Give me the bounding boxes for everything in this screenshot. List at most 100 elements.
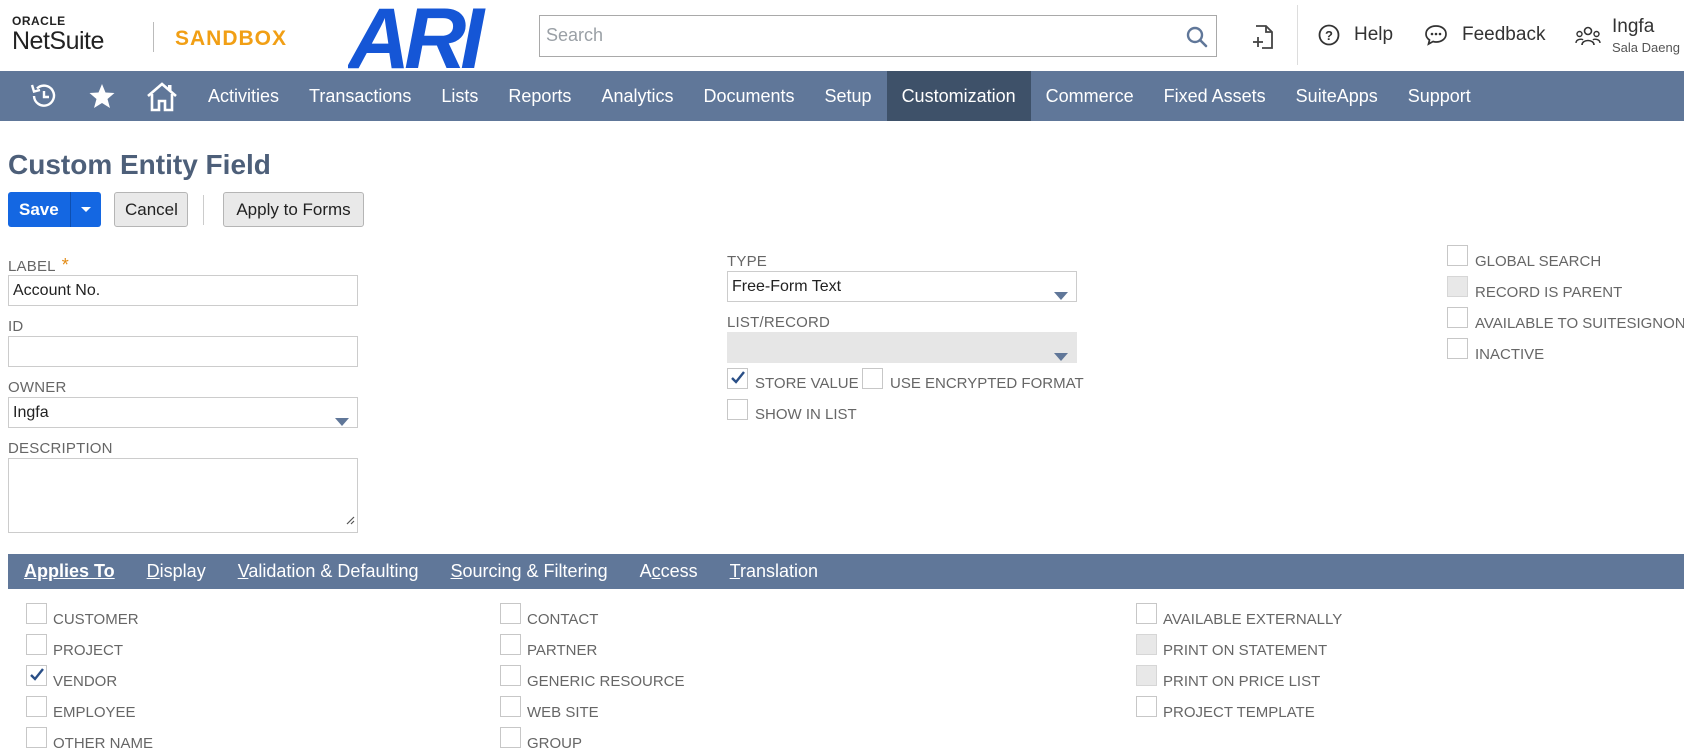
id-field-label: ID (8, 318, 24, 335)
store-value-label: STORE VALUE (755, 375, 859, 392)
group-checkbox[interactable] (500, 727, 521, 748)
home-icon[interactable] (146, 82, 178, 117)
resize-grip-icon[interactable] (345, 512, 355, 530)
print-on-price-list-checkbox[interactable] (1136, 665, 1157, 686)
record-is-parent-checkbox[interactable] (1447, 276, 1468, 297)
nav-item-setup[interactable]: Setup (810, 71, 887, 121)
nav-item-suiteapps[interactable]: SuiteApps (1281, 71, 1393, 121)
subtab-label: Validation & Defaulting (237, 561, 419, 581)
vendor-label: VENDOR (53, 673, 118, 690)
nav-item-analytics[interactable]: Analytics (586, 71, 688, 121)
netsuite-logo[interactable]: ORACLE NetSuite (12, 14, 104, 54)
print-on-statement-label: PRINT ON STATEMENT (1163, 642, 1328, 659)
group-label: GROUP (527, 735, 583, 752)
user-roles-icon[interactable] (1575, 25, 1601, 54)
header-divider (1297, 5, 1298, 65)
user-subsidiary: Sala Daeng (1612, 40, 1680, 55)
chevron-down-icon (80, 206, 91, 212)
cancel-button[interactable]: Cancel (114, 192, 188, 227)
search-input[interactable] (540, 16, 1140, 54)
user-menu[interactable]: Ingfa Sala Daeng (1612, 16, 1680, 58)
owner-value: Ingfa (13, 404, 49, 421)
list-record-select[interactable] (727, 332, 1077, 363)
subtab-sourcing-filtering[interactable]: Sourcing & Filtering (435, 554, 624, 589)
nav-item-commerce[interactable]: Commerce (1031, 71, 1149, 121)
type-value: Free-Form Text (732, 278, 842, 295)
print-on-statement-checkbox[interactable] (1136, 634, 1157, 655)
nav-item-documents[interactable]: Documents (688, 71, 809, 121)
save-options-dropdown[interactable] (69, 192, 101, 227)
chevron-down-icon (1053, 282, 1069, 311)
subtab-label: Sourcing & Filtering (450, 561, 608, 581)
partner-checkbox[interactable] (500, 634, 521, 655)
other-name-checkbox[interactable] (26, 727, 47, 748)
description-textarea[interactable] (8, 458, 358, 533)
subtab-validation-defaulting[interactable]: Validation & Defaulting (222, 554, 435, 589)
subtab-bar: Applies To Display Validation & Defaulti… (8, 554, 1684, 589)
sandbox-label: SANDBOX (175, 27, 288, 50)
store-value-checkbox[interactable] (727, 368, 748, 389)
owner-select[interactable]: Ingfa (8, 397, 358, 428)
partner-label: PARTNER (527, 642, 598, 659)
search-icon[interactable] (1186, 26, 1208, 53)
employee-label: EMPLOYEE (53, 704, 136, 721)
nav-item-transactions[interactable]: Transactions (294, 71, 426, 121)
global-search[interactable] (539, 15, 1217, 57)
other-name-label: OTHER NAME (53, 735, 154, 752)
page-title: Custom Entity Field (8, 149, 271, 180)
project-checkbox[interactable] (26, 634, 47, 655)
available-to-suitesignon-label: AVAILABLE TO SUITESIGNON (1475, 315, 1684, 332)
subtab-access[interactable]: Access (624, 554, 714, 589)
nav-item-reports[interactable]: Reports (493, 71, 586, 121)
recent-records-icon[interactable] (28, 82, 58, 115)
inactive-checkbox[interactable] (1447, 338, 1468, 359)
available-to-suitesignon-checkbox[interactable] (1447, 307, 1468, 328)
customer-label: CUSTOMER (53, 611, 139, 628)
create-new-icon[interactable] (1252, 24, 1276, 55)
subtab-applies-to[interactable]: Applies To (8, 554, 131, 589)
nav-item-lists[interactable]: Lists (426, 71, 493, 121)
record-is-parent-label: RECORD IS PARENT (1475, 284, 1623, 301)
inactive-label: INACTIVE (1475, 346, 1545, 363)
show-in-list-checkbox[interactable] (727, 399, 748, 420)
apply-to-forms-button[interactable]: Apply to Forms (223, 192, 364, 227)
id-input[interactable] (8, 336, 358, 367)
nav-item-customization[interactable]: Customization (886, 71, 1031, 121)
label-input[interactable]: Account No. (8, 275, 358, 306)
chevron-down-icon (334, 408, 350, 437)
subtab-label: Translation (729, 561, 818, 581)
feedback-link[interactable]: Feedback (1424, 24, 1545, 46)
svg-text:?: ? (1325, 28, 1333, 43)
nav-item-fixed-assets[interactable]: Fixed Assets (1149, 71, 1281, 121)
vendor-checkbox[interactable] (26, 665, 47, 686)
employee-checkbox[interactable] (26, 696, 47, 717)
nav-item-activities[interactable]: Activities (193, 71, 294, 121)
company-logo: ARI (346, 0, 520, 87)
type-select[interactable]: Free-Form Text (727, 271, 1077, 302)
subtab-label: Access (639, 561, 698, 581)
save-button[interactable]: Save (8, 192, 70, 227)
available-externally-checkbox[interactable] (1136, 603, 1157, 624)
project-template-checkbox[interactable] (1136, 696, 1157, 717)
subtab-translation[interactable]: Translation (714, 554, 834, 589)
global-search-checkbox[interactable] (1447, 245, 1468, 266)
help-label: Help (1354, 24, 1394, 45)
generic-resource-checkbox[interactable] (500, 665, 521, 686)
feedback-label: Feedback (1462, 24, 1546, 45)
customer-checkbox[interactable] (26, 603, 47, 624)
contact-checkbox[interactable] (500, 603, 521, 624)
logo-divider (153, 22, 154, 52)
main-nav: Activities Transactions Lists Reports Analyt… (0, 71, 1684, 121)
user-name: Ingfa (1612, 16, 1655, 37)
checkmark-icon (30, 668, 44, 681)
subtab-display[interactable]: Display (131, 554, 222, 589)
favorites-star-icon[interactable] (88, 82, 116, 115)
use-encrypted-format-checkbox[interactable] (862, 368, 883, 389)
checkmark-icon (731, 371, 745, 384)
help-link[interactable]: ? Help (1318, 24, 1393, 46)
nav-item-support[interactable]: Support (1393, 71, 1486, 121)
label-field-label-text: LABEL (8, 258, 56, 275)
subtab-label: Applies To (24, 561, 115, 581)
web-site-checkbox[interactable] (500, 696, 521, 717)
print-on-price-list-label: PRINT ON PRICE LIST (1163, 673, 1321, 690)
